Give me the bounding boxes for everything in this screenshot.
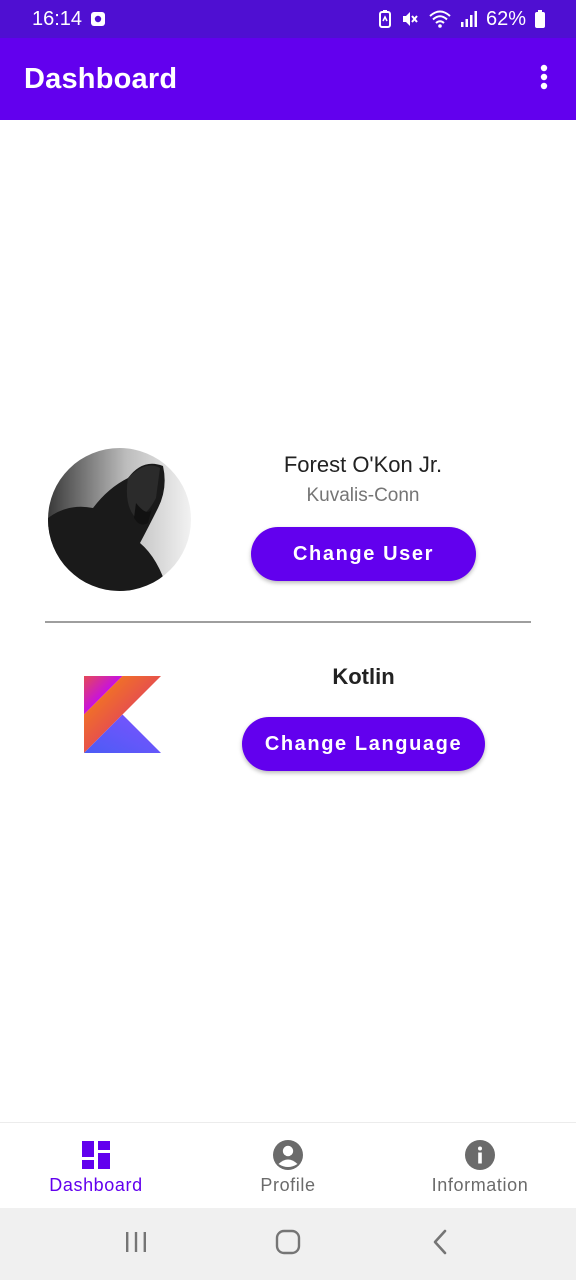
nav-label-profile: Profile <box>260 1175 316 1195</box>
nav-label-dashboard: Dashboard <box>49 1175 143 1195</box>
recent-apps-button[interactable] <box>112 1220 160 1268</box>
battery-saver-icon <box>378 9 392 29</box>
change-language-button[interactable]: Change Language <box>242 717 485 771</box>
home-icon <box>275 1229 301 1260</box>
recent-apps-icon <box>124 1231 148 1258</box>
nav-item-dashboard[interactable]: Dashboard <box>0 1123 192 1208</box>
battery-icon <box>534 9 546 29</box>
nav-label-information: Information <box>431 1175 529 1195</box>
status-time: 16:14 <box>32 7 83 30</box>
nav-item-information[interactable]: Information <box>384 1123 576 1208</box>
status-bar: 16:14 62% <box>0 0 576 38</box>
nav-item-profile[interactable]: Profile <box>192 1123 384 1208</box>
signal-icon <box>460 10 478 28</box>
more-vert-icon <box>540 64 548 95</box>
account-circle-icon <box>272 1139 304 1171</box>
user-avatar <box>48 448 191 591</box>
page-title: Dashboard <box>24 62 178 95</box>
back-button[interactable] <box>416 1220 464 1268</box>
home-button[interactable] <box>264 1220 312 1268</box>
bottom-navigation: Dashboard Profile Information <box>0 1122 576 1208</box>
battery-percentage: 62% <box>485 7 526 30</box>
back-icon <box>432 1229 448 1260</box>
user-name: Forest O'Kon Jr. <box>283 452 443 477</box>
gallery-notification-icon <box>90 11 106 27</box>
app-bar: Dashboard <box>0 38 576 120</box>
system-navigation-bar <box>0 1208 576 1280</box>
status-bar-right: 62% <box>378 8 546 31</box>
more-options-button[interactable] <box>530 59 558 99</box>
screen: 16:14 62% Dashboard Forest O'Kon Jr. Kuv… <box>0 0 576 1280</box>
section-divider <box>45 621 531 623</box>
kotlin-logo-icon <box>84 676 161 753</box>
wifi-icon <box>428 9 452 29</box>
language-name: Kotlin <box>332 664 395 689</box>
info-icon <box>464 1139 496 1171</box>
change-user-button[interactable]: Change User <box>251 527 476 581</box>
user-company: Kuvalis-Conn <box>306 485 420 506</box>
dashboard-icon <box>80 1139 112 1171</box>
status-bar-left: 16:14 <box>32 8 106 31</box>
mute-icon <box>400 9 420 29</box>
